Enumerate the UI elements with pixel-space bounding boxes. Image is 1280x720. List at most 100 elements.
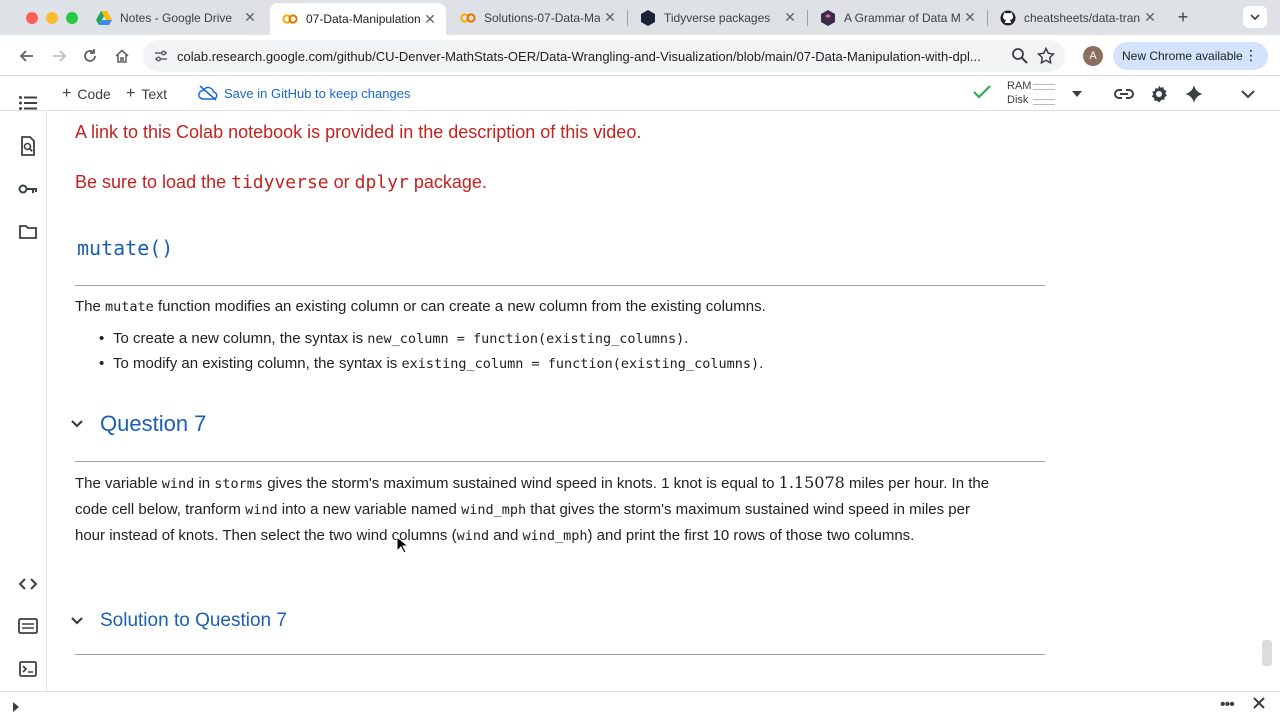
section-divider (75, 285, 1045, 286)
tab-title: Solutions-07-Data-Ma (484, 10, 600, 25)
site-settings-icon[interactable] (153, 48, 169, 69)
desc-text: The (75, 298, 106, 315)
command-palette-icon[interactable] (18, 616, 38, 636)
notebook-scrollbar[interactable] (1262, 111, 1272, 691)
secrets-key-icon[interactable] (18, 179, 38, 199)
tidyverse-code: tidyverse (231, 172, 329, 193)
browser-tab[interactable]: Solutions-07-Data-Ma ✕ (448, 0, 626, 35)
notebook-link-note: A link to this Colab notebook is provide… (75, 122, 642, 142)
tab-title: cheatsheets/data-trans (1024, 10, 1140, 25)
forward-arrow-icon[interactable] (47, 44, 71, 68)
add-text-label: Text (141, 86, 168, 102)
profile-avatar[interactable]: A (1083, 46, 1103, 66)
close-tab-icon[interactable]: ✕ (600, 9, 620, 26)
scrollbar-thumb[interactable] (1262, 640, 1272, 666)
wind-code: wind (161, 476, 195, 492)
tab-search-chevron-icon[interactable] (1243, 6, 1267, 28)
settings-gear-icon[interactable] (1148, 83, 1170, 105)
home-icon[interactable] (110, 44, 134, 68)
collapse-section-chevron-icon[interactable] (69, 420, 85, 428)
files-folder-icon[interactable] (18, 222, 38, 242)
colab-toolbar: + Code + Text Save in GitHub to keep cha… (0, 77, 1280, 111)
conversion-factor: 1.15078 (778, 473, 845, 492)
tab-title: 07-Data-Manipulation-w (306, 12, 420, 26)
plus-icon: + (126, 85, 136, 102)
left-sidebar (8, 96, 47, 691)
close-icon[interactable] (1252, 696, 1266, 715)
mouse-pointer-icon (396, 535, 410, 559)
question-7-section-header[interactable]: Question 7 (69, 411, 206, 437)
github-icon (1000, 10, 1016, 26)
close-window-button[interactable] (26, 12, 38, 24)
dplyr-code: dplyr (354, 172, 409, 193)
close-tab-icon[interactable]: ✕ (420, 11, 440, 28)
bookmark-star-icon[interactable] (1036, 46, 1056, 70)
add-text-cell-button[interactable]: + Text (126, 85, 167, 103)
browser-tab[interactable]: cheatsheets/data-trans ✕ (988, 0, 1166, 35)
browser-tab-active[interactable]: 07-Data-Manipulation-w ✕ (270, 3, 446, 35)
question-line: The variable wind in storms gives the st… (75, 470, 1065, 497)
bullet-end: . (759, 355, 764, 372)
plus-icon: + (62, 85, 72, 102)
question-text: and (489, 527, 523, 544)
maximize-window-button[interactable] (66, 12, 78, 24)
section-divider (75, 461, 1045, 462)
question-text: miles per hour. In the (844, 475, 990, 492)
list-item: To modify an existing column, the syntax… (99, 355, 764, 372)
note-text: package. (408, 172, 487, 192)
new-chrome-available-button[interactable]: New Chrome available ⋮ (1113, 42, 1268, 70)
new-tab-plus-icon[interactable]: + (1173, 7, 1193, 27)
connect-dropdown-icon[interactable] (1066, 83, 1088, 105)
collapse-section-chevron-icon[interactable] (69, 617, 85, 625)
question-text: code cell below, tranform (75, 501, 246, 518)
storms-code: storms (214, 476, 264, 492)
note-text: or (328, 172, 355, 192)
back-arrow-icon[interactable] (15, 44, 39, 68)
colab-icon (282, 11, 298, 27)
question-text: that gives the storm's maximum sustained… (526, 501, 970, 518)
close-tab-icon[interactable]: ✕ (960, 9, 980, 26)
close-tab-icon[interactable]: ✕ (240, 9, 260, 26)
mutate-heading: mutate() (77, 236, 174, 260)
gemini-sparkle-icon[interactable] (1183, 83, 1205, 105)
zoom-magnifier-icon[interactable] (1011, 47, 1029, 70)
code-snippets-icon[interactable] (18, 574, 38, 594)
terminal-icon[interactable] (18, 659, 38, 679)
close-tab-icon[interactable]: ✕ (780, 9, 800, 26)
address-bar[interactable]: colab.research.google.com/github/CU-Denv… (143, 40, 1065, 72)
list-item: To create a new column, the syntax is ne… (99, 330, 688, 347)
question-text: in (194, 475, 215, 492)
find-replace-icon[interactable] (18, 136, 38, 156)
save-in-github-label: Save in GitHub to keep changes (224, 85, 411, 101)
syntax-code: existing_column = function(existing_colu… (401, 356, 760, 372)
table-of-contents-icon[interactable] (18, 93, 38, 113)
more-vert-icon[interactable]: ⋮ (1244, 48, 1258, 62)
tab-title: Notes - Google Drive (120, 10, 233, 25)
collapse-header-chevron-icon[interactable] (1237, 83, 1259, 105)
ram-label: RAM (1007, 80, 1032, 92)
more-horiz-icon[interactable]: ••• (1220, 696, 1235, 714)
close-tab-icon[interactable]: ✕ (1140, 9, 1160, 26)
resources-indicator[interactable]: RAM Disk (1007, 79, 1031, 107)
question-line: code cell below, tranform wind into a ne… (75, 497, 1065, 523)
url-text: colab.research.google.com/github/CU-Denv… (177, 48, 981, 64)
ram-usage-bar (1033, 84, 1055, 90)
note-text: Be sure to load the (75, 172, 232, 192)
browser-tab[interactable]: Tidyverse packages ✕ (628, 0, 806, 35)
cloud-off-icon (198, 85, 218, 101)
browser-tab[interactable]: Notes - Google Drive ✕ (84, 0, 266, 35)
reload-icon[interactable] (78, 44, 102, 68)
solution-7-heading: Solution to Question 7 (100, 610, 287, 631)
add-code-cell-button[interactable]: + Code (62, 85, 111, 103)
wind-mph-code: wind_mph (461, 502, 527, 518)
save-in-github-button[interactable]: Save in GitHub to keep changes (198, 85, 410, 101)
wind-mph-code: wind_mph (522, 528, 588, 544)
browser-tab[interactable]: A Grammar of Data Ma ✕ (808, 0, 986, 35)
minimize-window-button[interactable] (46, 12, 58, 24)
solution-7-section-header[interactable]: Solution to Question 7 (69, 610, 287, 632)
question-text: into a new variable named (277, 501, 462, 518)
connected-check-icon (972, 84, 992, 105)
expand-caret-icon[interactable] (13, 699, 19, 717)
tab-title: A Grammar of Data Ma (844, 10, 960, 25)
link-icon[interactable] (1113, 83, 1135, 105)
